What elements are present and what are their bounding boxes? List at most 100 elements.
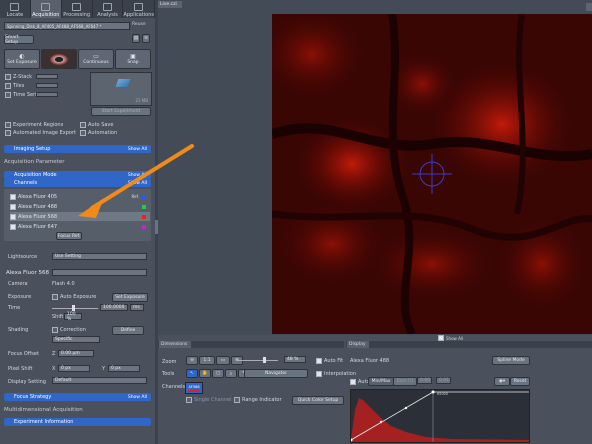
smart-setup-button[interactable]: Smart Setup [4, 35, 34, 45]
processing-icon [72, 3, 82, 11]
channel-647-checkbox[interactable] [10, 223, 16, 230]
z-stack-checkbox[interactable] [5, 74, 11, 80]
time-input[interactable]: 100.0000 [100, 304, 128, 311]
focus-strategy-bar[interactable]: Focus Strategy Show All [4, 393, 151, 401]
experiment-select[interactable]: Spinning_Disk_8_AF405_AF488_AF568_AF647 … [4, 22, 130, 30]
menu-icon[interactable]: ≡ [142, 34, 150, 43]
hand-icon[interactable]: ✋ [199, 369, 211, 378]
range-indicator-checkbox[interactable] [234, 397, 240, 403]
continuous-button[interactable]: ▭ Continuous [78, 49, 114, 69]
histogram[interactable]: 65000 [349, 389, 530, 443]
automation-checkbox[interactable] [80, 130, 86, 136]
auto-exposure-option[interactable]: Auto Exposure [52, 294, 96, 300]
set-exposure-button[interactable]: ◐ Set Exposure [4, 49, 40, 69]
best-fit-button[interactable]: Best Fit [393, 377, 417, 386]
pointer-icon[interactable]: ↖ [186, 369, 198, 378]
experiment-regions-option[interactable]: Experiment Regions [5, 122, 63, 128]
tab-processing[interactable]: Processing [62, 0, 93, 18]
start-experiment-button[interactable]: Start Experiment [91, 107, 151, 116]
experiment-info-bar[interactable]: Experiment Information [4, 418, 151, 426]
focus-offset-input[interactable]: 0.00 µm [58, 350, 94, 357]
display-options-icon[interactable]: ◉▾ [494, 377, 510, 386]
spline-mode-button[interactable]: Spline Mode [492, 356, 530, 365]
channel-568-checkbox[interactable] [10, 213, 16, 220]
channel-chip-af568[interactable]: AF568 [185, 382, 203, 394]
zoom-label: Zoom [162, 359, 177, 365]
zoom-slider-thumb[interactable] [263, 357, 266, 363]
set-exposure-small-button[interactable]: Set Exposure [112, 293, 148, 302]
lightsource-select[interactable]: Use Setting [52, 253, 147, 260]
zoom-tool-icon[interactable]: ⌕ [225, 369, 237, 378]
time-slider-thumb[interactable] [72, 305, 75, 311]
snap-button[interactable]: ▣ Snap [115, 49, 151, 69]
shading-mode-select[interactable]: Specific [52, 336, 100, 343]
single-channel-checkbox[interactable] [186, 397, 192, 403]
reuse-button[interactable]: Reuse [132, 22, 146, 27]
tiles-option[interactable]: Tiles [5, 83, 24, 89]
tab-locate[interactable]: Locate [0, 0, 31, 18]
display-setting-select[interactable]: Default [52, 377, 147, 384]
time-unit-select[interactable]: ms [130, 304, 144, 311]
dimensions-tab-bar: Dimensions [158, 341, 344, 348]
max-value-input[interactable]: 0.01 [436, 377, 451, 384]
interpolation-option[interactable]: Interpolation [316, 371, 356, 377]
acquisition-parameter-header[interactable]: Acquisition Parameter [4, 159, 65, 165]
zoom-input[interactable]: 48 % [284, 356, 306, 363]
shift-label: Shift [52, 314, 64, 320]
automated-export-option[interactable]: Automated Image Export [5, 130, 76, 136]
zoom-out-icon[interactable]: ⊖ [186, 356, 198, 365]
auto-exposure-checkbox[interactable] [52, 294, 58, 300]
focus-offset-axis: Z [52, 351, 56, 357]
single-channel-option[interactable]: Single Channel [186, 397, 232, 403]
experiment-regions-checkbox[interactable] [5, 122, 11, 128]
time-slider[interactable] [52, 305, 98, 311]
pixel-shift-x-input[interactable]: 0 px [58, 365, 90, 372]
viewer-collapse-icon[interactable] [586, 3, 592, 11]
snap-icon: ▣ [130, 53, 136, 60]
tab-applications[interactable]: Applications [123, 0, 155, 18]
define-button[interactable]: Define [112, 326, 144, 335]
min-value-input[interactable]: 0.00 [417, 377, 432, 384]
navigator-button[interactable]: Navigator [244, 369, 308, 378]
tab-analysis[interactable]: Analysis [93, 0, 124, 18]
tab-dimensions[interactable]: Dimensions [159, 341, 191, 348]
microscope-image[interactable] [272, 14, 592, 334]
automated-export-checkbox[interactable] [5, 130, 11, 136]
shift-input[interactable]: 100 % [64, 312, 82, 322]
correction-checkbox[interactable] [52, 327, 58, 333]
focus-ref-button[interactable]: Focus Ref. [56, 232, 82, 240]
channel-488-checkbox[interactable] [10, 203, 16, 210]
auto-option[interactable]: Auto [350, 379, 370, 385]
tab-display[interactable]: Display [347, 341, 369, 348]
auto-save-option[interactable]: Auto Save [80, 122, 113, 128]
auto-checkbox[interactable] [350, 379, 356, 385]
pixel-shift-label: Pixel Shift [8, 366, 33, 372]
auto-save-checkbox[interactable] [80, 122, 86, 128]
tiles-checkbox[interactable] [5, 83, 11, 89]
auto-fit-option[interactable]: Auto Fit [316, 358, 343, 364]
folder-icon[interactable]: ▤ [132, 34, 140, 43]
z-stack-option[interactable]: Z-Stack [5, 74, 32, 80]
pixel-shift-y-input[interactable]: 0 px [108, 365, 140, 372]
reset-button[interactable]: Reset [510, 377, 530, 386]
channel-405-checkbox[interactable] [10, 193, 16, 200]
tab-live[interactable]: Live.czi [158, 1, 182, 8]
rect-zoom-icon[interactable]: ▢ [212, 369, 224, 378]
zoom-slider[interactable] [238, 357, 278, 363]
channel-name-field[interactable] [52, 269, 147, 276]
channels-label: Channels [162, 384, 186, 390]
automation-option[interactable]: Automation [80, 130, 117, 136]
zoom-100-button[interactable]: 1:1 [199, 356, 215, 365]
exposure-icon: ◐ [19, 53, 25, 60]
time-series-checkbox[interactable] [5, 92, 11, 98]
correction-option[interactable]: Correction [52, 327, 86, 333]
minmax-button[interactable]: Min/Max [368, 377, 394, 386]
live-button[interactable] [41, 49, 77, 69]
tab-acquisition[interactable]: Acquisition [30, 0, 62, 18]
zoom-fit-icon[interactable]: ▭ [216, 356, 230, 365]
interpolation-checkbox[interactable] [316, 371, 322, 377]
range-indicator-option[interactable]: Range Indicator [234, 397, 282, 403]
multidim-header[interactable]: Multidimensional Acquisition [4, 407, 83, 413]
auto-fit-checkbox[interactable] [316, 358, 322, 364]
quick-color-setup-button[interactable]: Quick Color Setup [292, 396, 344, 405]
